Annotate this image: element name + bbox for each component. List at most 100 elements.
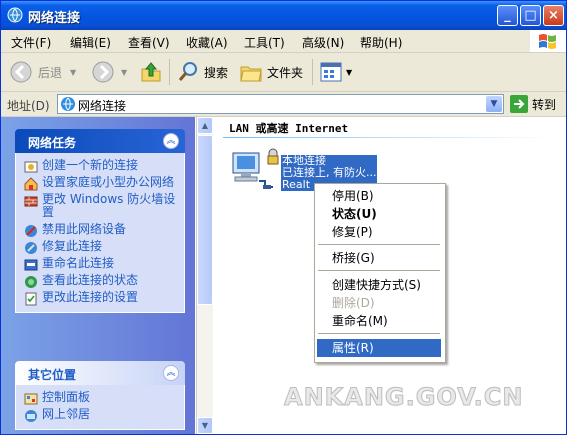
back-dropdown-icon[interactable]: ▼ bbox=[70, 68, 76, 77]
address-dropdown-icon[interactable]: ▼ bbox=[486, 96, 502, 112]
ctx-rename[interactable]: 重命名(M) bbox=[317, 312, 441, 330]
task-pane-scrollbar[interactable]: ▲ ▼ bbox=[196, 117, 213, 434]
section-header-lan: LAN 或高速 Internet bbox=[229, 122, 349, 135]
address-bar: 地址(D) 网络连接 ▼ 转到 bbox=[1, 92, 566, 117]
maximize-button[interactable]: □ bbox=[520, 5, 541, 26]
menu-tools[interactable]: 工具(T) bbox=[244, 34, 285, 51]
network-places-icon bbox=[25, 410, 37, 422]
menu-advanced[interactable]: 高级(N) bbox=[302, 34, 344, 51]
go-label: 转到 bbox=[532, 97, 557, 112]
settings-icon bbox=[25, 292, 37, 306]
watermark: ANKANG.GOV.CN bbox=[284, 383, 524, 412]
ctx-separator bbox=[318, 333, 440, 334]
views-button[interactable]: ▼ bbox=[319, 60, 352, 84]
rename-icon bbox=[24, 259, 38, 271]
views-dropdown-icon[interactable]: ▼ bbox=[346, 68, 352, 77]
up-folder-button[interactable] bbox=[139, 60, 163, 84]
menu-help[interactable]: 帮助(H) bbox=[360, 34, 402, 51]
disable-device-icon bbox=[25, 225, 37, 237]
collapse-chevron-icon[interactable]: ︽ bbox=[163, 365, 179, 381]
scroll-up-icon[interactable]: ▲ bbox=[197, 117, 213, 134]
task-rename-connection[interactable]: 重命名此连接 bbox=[16, 255, 184, 272]
minimize-button[interactable]: _ bbox=[497, 5, 518, 26]
close-icon: × bbox=[548, 8, 559, 23]
task-repair-connection[interactable]: 修复此连接 bbox=[16, 238, 184, 255]
firewall-icon bbox=[24, 196, 38, 207]
ctx-separator bbox=[318, 244, 440, 245]
task-label: 查看此连接的状态 bbox=[42, 273, 139, 287]
task-label: 控制面板 bbox=[42, 390, 91, 404]
ctx-bridge[interactable]: 桥接(G) bbox=[317, 249, 441, 267]
go-button[interactable]: 转到 bbox=[510, 95, 556, 113]
other-places-list: 控制面板 网上邻居 bbox=[15, 385, 185, 430]
task-label: 网上邻居 bbox=[42, 407, 91, 421]
toolbar-separator bbox=[312, 59, 313, 85]
ctx-status[interactable]: 状态(U) bbox=[317, 205, 441, 223]
task-label: 禁用此网络设备 bbox=[42, 222, 127, 236]
network-tasks-group: 网络任务 ︽ 创建一个新的连接 设置家庭或小型办公网络 更改 Windows 防… bbox=[15, 129, 185, 313]
status-icon bbox=[25, 276, 37, 288]
network-tasks-list: 创建一个新的连接 设置家庭或小型办公网络 更改 Windows 防火墙设置 禁用… bbox=[15, 153, 185, 313]
ctx-delete: 删除(D) bbox=[332, 296, 375, 310]
network-tasks-title: 网络任务 bbox=[28, 136, 77, 150]
ctx-separator bbox=[318, 270, 440, 271]
address-input[interactable]: 网络连接 ▼ bbox=[57, 94, 504, 114]
back-label: 后退 bbox=[38, 65, 63, 80]
task-home-network[interactable]: 设置家庭或小型办公网络 bbox=[16, 174, 184, 191]
folders-button[interactable]: 文件夹 bbox=[239, 60, 303, 84]
explorer-window: 网络连接 _ □ × 文件(F) 编辑(E) 查看(V) 收藏(A) 工具(T)… bbox=[0, 0, 567, 435]
task-disable-device[interactable]: 禁用此网络设备 bbox=[16, 221, 184, 238]
network-connections-icon bbox=[7, 7, 23, 23]
minimize-icon: _ bbox=[504, 8, 511, 23]
back-button[interactable]: 后退 ▼ bbox=[9, 60, 76, 84]
menu-file[interactable]: 文件(F) bbox=[11, 34, 51, 51]
task-firewall-settings[interactable]: 更改 Windows 防火墙设置 bbox=[16, 191, 184, 221]
ctx-repair[interactable]: 修复(P) bbox=[317, 223, 441, 241]
other-places-title: 其它位置 bbox=[28, 368, 77, 382]
task-label: 设置家庭或小型办公网络 bbox=[42, 175, 175, 189]
scroll-down-icon[interactable]: ▼ bbox=[197, 417, 213, 434]
task-label: 更改 Windows 防火墙设置 bbox=[42, 192, 176, 219]
task-label: 重命名此连接 bbox=[42, 256, 115, 270]
address-label: 地址(D) bbox=[7, 99, 50, 113]
place-network-places[interactable]: 网上邻居 bbox=[16, 406, 184, 423]
repair-icon bbox=[25, 242, 37, 254]
place-control-panel[interactable]: 控制面板 bbox=[16, 389, 184, 406]
task-label: 更改此连接的设置 bbox=[42, 290, 139, 304]
task-label: 修复此连接 bbox=[42, 239, 103, 253]
local-connection-icon[interactable] bbox=[229, 147, 279, 195]
close-button[interactable]: × bbox=[543, 5, 564, 26]
folders-icon bbox=[240, 66, 262, 82]
scroll-thumb[interactable] bbox=[197, 135, 213, 305]
menu-edit[interactable]: 编辑(E) bbox=[70, 34, 111, 51]
collapse-chevron-icon[interactable]: ︽ bbox=[163, 133, 179, 149]
windows-logo-icon bbox=[530, 30, 566, 52]
network-tasks-header[interactable]: 网络任务 ︽ bbox=[15, 129, 185, 153]
home-network-icon bbox=[24, 177, 38, 191]
toolbar-separator bbox=[169, 59, 170, 85]
back-arrow-icon bbox=[10, 61, 32, 83]
ctx-disable[interactable]: 停用(B) bbox=[317, 187, 441, 205]
search-icon bbox=[178, 62, 197, 81]
views-icon bbox=[320, 62, 342, 82]
search-button[interactable]: 搜索 bbox=[176, 60, 228, 84]
ctx-create-shortcut[interactable]: 创建快捷方式(S) bbox=[317, 276, 441, 294]
menu-bar: 文件(F) 编辑(E) 查看(V) 收藏(A) 工具(T) 高级(N) 帮助(H… bbox=[1, 30, 566, 53]
task-create-connection[interactable]: 创建一个新的连接 bbox=[16, 157, 184, 174]
context-menu: 停用(B) 状态(U) 修复(P) 桥接(G) 创建快捷方式(S) 删除(D) … bbox=[314, 183, 446, 363]
menu-view[interactable]: 查看(V) bbox=[128, 34, 170, 51]
task-pane: 网络任务 ︽ 创建一个新的连接 设置家庭或小型办公网络 更改 Windows 防… bbox=[1, 117, 195, 434]
task-change-settings[interactable]: 更改此连接的设置 bbox=[16, 289, 184, 306]
title-bar[interactable]: 网络连接 _ □ × bbox=[1, 1, 566, 30]
network-connections-icon bbox=[61, 97, 75, 111]
window-title: 网络连接 bbox=[28, 11, 81, 26]
control-panel-icon bbox=[24, 393, 38, 405]
folders-label: 文件夹 bbox=[267, 65, 304, 80]
ctx-properties[interactable]: 属性(R) bbox=[317, 339, 441, 357]
other-places-header[interactable]: 其它位置 ︽ bbox=[15, 361, 185, 385]
menu-favorites[interactable]: 收藏(A) bbox=[186, 34, 228, 51]
forward-dropdown-icon[interactable]: ▼ bbox=[121, 68, 127, 77]
section-divider bbox=[223, 137, 553, 138]
forward-button[interactable]: ▼ bbox=[91, 60, 127, 84]
task-view-status[interactable]: 查看此连接的状态 bbox=[16, 272, 184, 289]
